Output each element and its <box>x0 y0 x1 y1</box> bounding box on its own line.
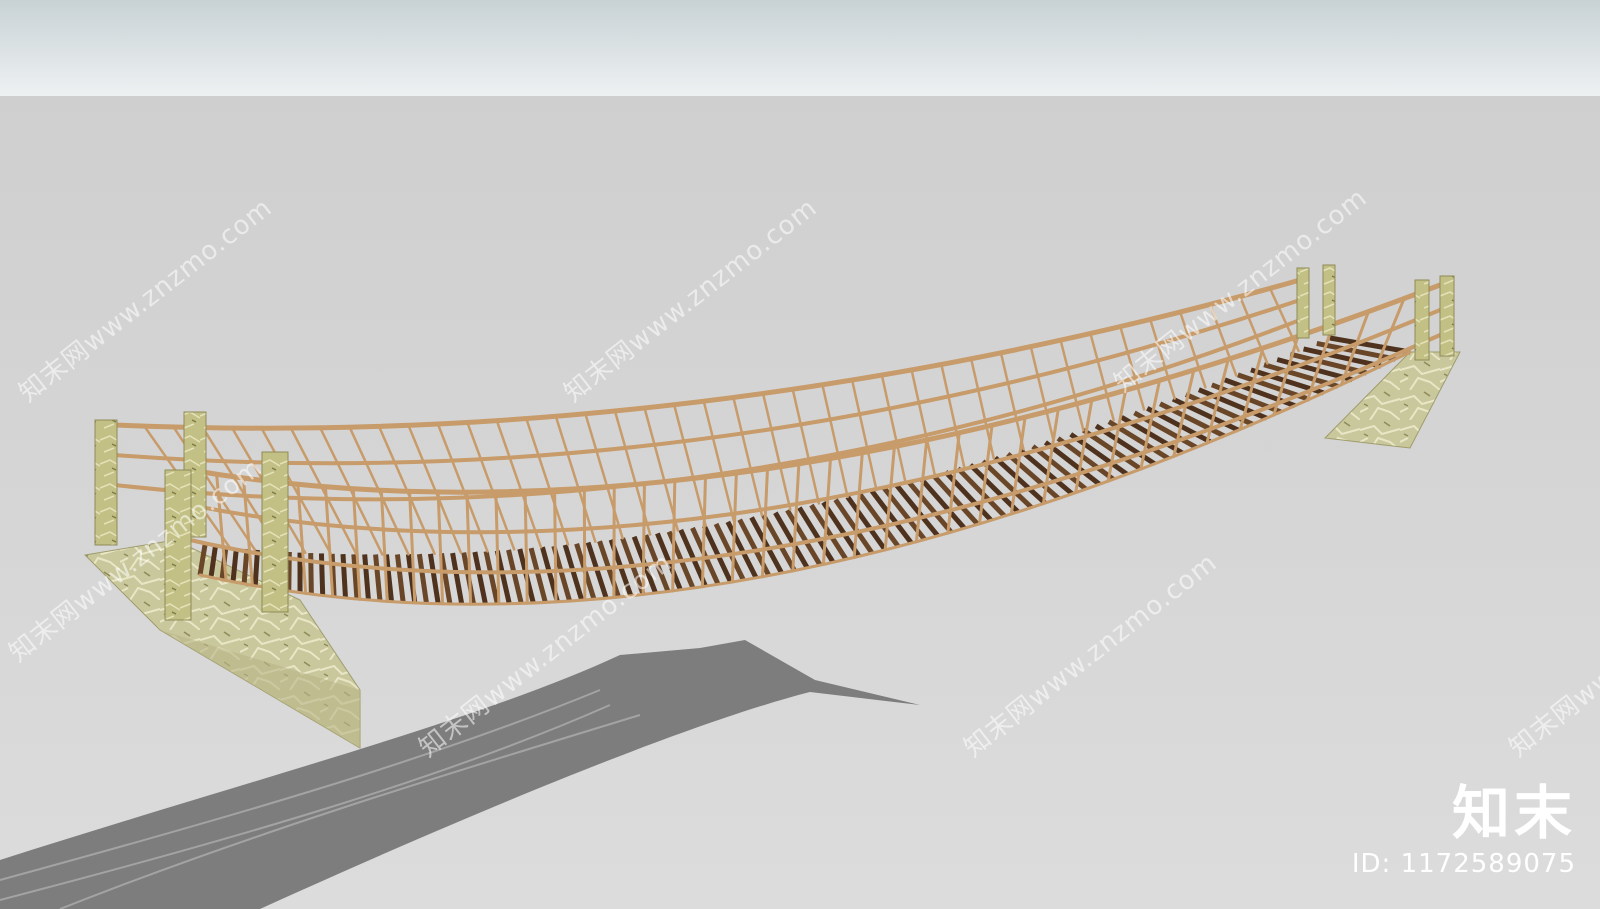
sky <box>0 0 1600 96</box>
site-logo-block: 知末 ID: 1172589075 <box>1352 781 1576 879</box>
site-logo: 知末 <box>1451 779 1576 847</box>
image-id-label: ID: 1172589075 <box>1351 849 1576 879</box>
